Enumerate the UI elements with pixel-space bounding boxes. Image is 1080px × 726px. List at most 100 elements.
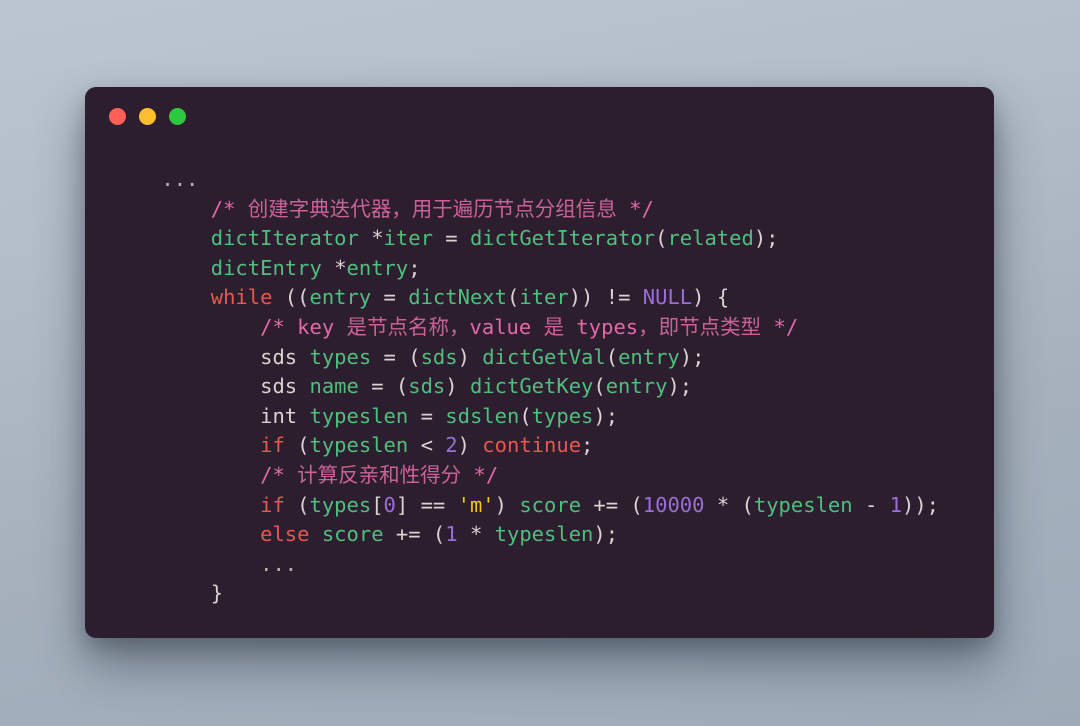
code-line: dictEntry *entry; [112,254,984,284]
code-token-punct: ); [679,344,705,369]
code-token-punct: * [334,255,347,280]
code-token-punct: ) [457,344,483,369]
code-token-punct: ; [581,433,594,458]
code-token-punct: ); [667,374,693,399]
code-line: int typeslen = sdslen(types); [112,402,984,432]
maximize-button[interactable] [169,107,186,125]
code-line: /* 创建字典迭代器，用于遍历节点分组信息 */ [112,195,984,225]
code-token-kw: continue [482,433,582,458]
code-line: if (typeslen < 2) continue; [112,431,984,461]
code-token-id: entry [618,344,680,369]
code-token-punct: = [408,403,446,428]
code-token-punct: ) [445,374,470,399]
code-token-cmt: /* [210,196,248,221]
code-token-cmt: /* [260,462,298,487]
code-token-num: 1 [889,492,902,517]
code-token-id: typeslen [309,433,409,458]
code-token-cmt-cjk: 创建字典迭代器，用于遍历节点分组信息 [247,196,617,221]
code-line: dictIterator *iter = dictGetIterator(rel… [112,224,984,254]
code-token-punct: += ( [383,522,446,547]
code-token-id: sdslen [445,403,520,428]
code-line: sds name = (sds) dictGetKey(entry); [112,372,984,402]
code-token-punct: (( [272,285,310,310]
code-line: /* 计算反亲和性得分 */ [112,461,984,491]
code-window: ... /* 创建字典迭代器，用于遍历节点分组信息 */ dictIterato… [85,87,994,638]
code-token-cmt: /* key [260,314,347,339]
code-token-punct: ) [457,433,483,458]
code-token-id: entry [605,374,668,399]
code-token-cmt-cjk: ，即节点类型 [638,314,762,339]
code-token-punct: )) != [568,285,643,310]
code-token-punct: < [408,433,446,458]
code-token-cmt: */ [761,314,799,339]
code-token-punct: ( [593,374,606,399]
code-token-punct: ( [605,344,619,369]
code-token-type: sds [260,374,298,399]
code-token-punct: } [210,581,224,606]
code-token-id: typeslen [494,522,594,547]
code-token-kw: if [260,492,285,517]
code-token-punct: ( [284,433,310,458]
code-token-id: entry [346,255,409,280]
minimize-button[interactable] [139,107,156,125]
code-token-num: 2 [445,433,458,458]
code-token-id: score [519,492,582,517]
code-token-id: dictIterator [210,226,359,251]
code-token-punct: ( [519,403,532,428]
code-line: else score += (1 * typeslen); [112,520,984,550]
code-token-punct [359,226,371,250]
code-token-id: types [309,492,372,517]
code-token-punct: = ( [358,374,409,399]
code-token-id: types [531,403,594,428]
code-line: ... [112,550,984,580]
code-token-punct: - [852,492,890,517]
code-line: if (types[0] == 'm') score += (10000 * (… [112,491,984,521]
code-token-punct: ( [655,226,668,251]
code-token-num: 1 [445,522,458,547]
code-line: sds types = (sds) dictGetVal(entry); [112,343,984,373]
code-line: } [112,579,984,609]
code-token-kw: else [260,522,310,547]
close-button[interactable] [109,107,126,125]
code-token-punct: += ( [581,492,643,517]
code-token-type: int [260,403,298,428]
code-token-punct: * ( [704,492,754,517]
code-token-punct: = ( [371,344,421,369]
code-line: ... [112,165,984,195]
code-token-punct: ( [284,492,310,517]
code-token-punct: * [371,226,384,251]
code-token-id: typeslen [753,492,853,517]
code-token-type: sds [260,344,298,369]
code-token-punct: ; [408,255,421,280]
code-token-cmt-cjk: 是节点名称， [346,314,470,339]
code-token-id: iter [519,285,569,310]
code-token-id: dictNext [408,285,507,310]
code-token-id: sds [420,344,458,369]
code-token-num: 10000 [642,492,705,517]
code-token-kw: if [260,433,285,458]
code-token-punct: ) { [692,285,730,310]
code-token-id: entry [309,285,372,310]
code-block: ... /* 创建字典迭代器，用于遍历节点分组信息 */ dictIterato… [85,145,994,609]
code-token-num: NULL [642,285,693,310]
code-token-punct [322,256,334,280]
code-token-num: 0 [383,492,396,517]
code-token-id: sds [408,374,446,399]
code-token-cmt: value [469,314,544,339]
code-token-id: related [667,226,754,251]
code-token-dots: ... [260,551,298,576]
code-token-punct: = [432,226,470,251]
code-token-punct: )); [901,492,940,517]
